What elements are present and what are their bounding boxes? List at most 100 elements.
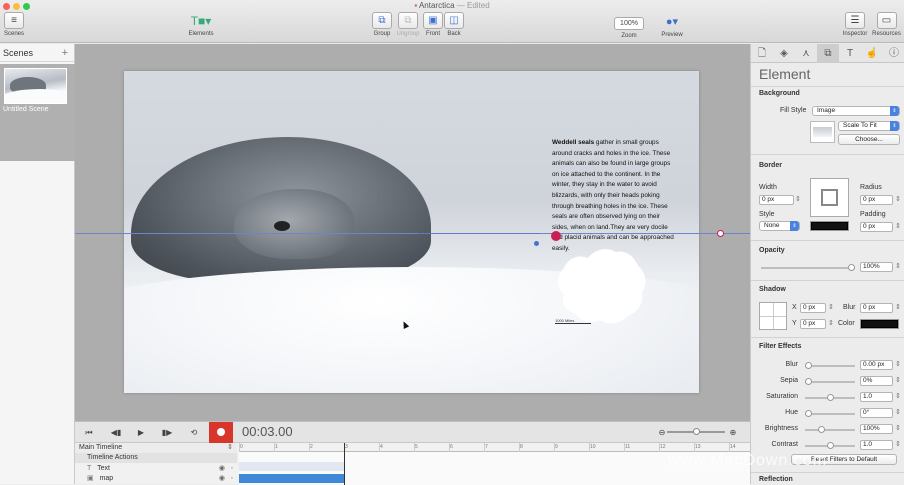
step-back-icon[interactable]: ◀▮ <box>106 425 126 440</box>
scene-item[interactable]: Untitled Scene <box>0 64 75 161</box>
ruler-tick-mark <box>729 443 730 452</box>
border-width-field[interactable]: 0 px <box>759 195 794 205</box>
fill-image-well[interactable] <box>810 121 835 143</box>
filter-value-field[interactable]: 0° <box>860 408 893 418</box>
stepper-icon[interactable]: ⇕ <box>895 360 901 368</box>
filter-value-field[interactable]: 1.0 <box>860 392 893 402</box>
stepper-icon[interactable]: ⇕ <box>895 440 901 448</box>
filter-slider[interactable] <box>805 362 855 369</box>
stage-text-element[interactable]: Weddell seals gather in small groups aro… <box>552 138 674 255</box>
shadow-angle-control[interactable] <box>759 302 787 330</box>
timeline-row-text[interactable]: T Text ◉ ▫ <box>75 464 237 474</box>
filter-value-field[interactable]: 1.0 <box>860 440 893 450</box>
filter-slider-knob[interactable] <box>805 378 812 385</box>
text-inspector-icon[interactable]: T <box>839 44 861 63</box>
filter-slider-knob[interactable] <box>817 426 825 433</box>
opacity-header: Opacity <box>759 247 785 254</box>
timeline-row-map[interactable]: ▣ map ◉ ▫ <box>75 474 237 484</box>
lock-icon[interactable]: ▫ <box>231 474 233 484</box>
radius-field[interactable]: 0 px <box>860 195 893 205</box>
stepper-icon[interactable]: ⇕ <box>895 262 901 270</box>
inspector-toolbar-button[interactable]: ☰ Inspector <box>842 12 868 37</box>
preview-button[interactable]: ●▾ Preview <box>658 13 686 38</box>
filter-slider-knob[interactable] <box>826 394 834 401</box>
stepper-icon[interactable]: ⇕ <box>828 303 834 311</box>
shadow-x-field[interactable]: 0 px <box>800 303 826 313</box>
stepper-icon[interactable]: ⇕ <box>895 408 901 416</box>
filter-slider[interactable] <box>805 442 855 449</box>
scenes-toolbar-button[interactable]: ≡ Scenes <box>3 12 25 37</box>
resources-toolbar-button[interactable]: ▭ Resources <box>871 12 902 37</box>
metrics-inspector-icon[interactable]: ⋏ <box>795 44 817 63</box>
filter-slider[interactable] <box>805 426 855 433</box>
padding-field[interactable]: 0 px <box>860 222 893 232</box>
stage-scene[interactable]: Weddell seals gather in small groups aro… <box>124 71 699 393</box>
timeline-ruler[interactable]: 0 1 2 3 4 5 6 7 8 9 10 11 12 13 14 <box>239 443 750 452</box>
layers-inspector-icon[interactable]: ◈ <box>773 44 795 63</box>
filter-slider[interactable] <box>805 410 855 417</box>
go-to-start-icon[interactable]: ⏮ <box>79 425 99 440</box>
play-icon[interactable]: ▶ <box>131 425 151 440</box>
playhead[interactable] <box>344 443 345 485</box>
shadow-blur-field[interactable]: 0 px <box>860 303 893 313</box>
ungroup-button[interactable]: ⧉ Ungroup <box>395 12 421 37</box>
zoom-control[interactable]: 100% Zoom <box>612 14 646 39</box>
zoom-select[interactable]: 100% <box>614 17 644 30</box>
timeline-selector[interactable]: Main Timeline ⇕ <box>75 443 237 453</box>
filter-value-field[interactable]: 0.00 px <box>860 360 893 370</box>
shadow-y-field[interactable]: 0 px <box>800 319 826 329</box>
filter-value-field[interactable]: 100% <box>860 424 893 434</box>
record-button[interactable] <box>209 422 233 443</box>
elements-toolbar-button[interactable]: T■▾ Elements <box>186 12 216 38</box>
border-style-select[interactable]: None ⇕ <box>759 221 800 231</box>
filter-label: Contrast <box>771 441 798 448</box>
eye-icon[interactable]: ◉ <box>219 474 225 484</box>
filter-slider[interactable] <box>805 394 855 401</box>
stepper-icon[interactable]: ⇕ <box>895 222 901 230</box>
element-inspector-icon[interactable]: ⧉ <box>817 44 839 63</box>
anchor-point[interactable] <box>551 231 561 241</box>
border-sides-control[interactable] <box>810 178 849 217</box>
identity-inspector-icon[interactable]: ⓘ <box>883 44 904 63</box>
stepper-icon[interactable]: ⇕ <box>895 376 901 384</box>
filter-slider-knob[interactable] <box>826 442 834 449</box>
back-button[interactable]: ◫ Back <box>444 12 464 37</box>
shadow-color-well[interactable] <box>860 319 899 329</box>
timeline-zoom-knob[interactable] <box>693 428 700 435</box>
actions-inspector-icon[interactable]: ☝ <box>861 44 883 63</box>
timeline-actions-row[interactable]: Timeline Actions <box>75 453 237 463</box>
add-scene-button[interactable]: + <box>62 44 68 62</box>
step-forward-icon[interactable]: ▮▶ <box>157 425 177 440</box>
border-color-well[interactable] <box>810 221 849 231</box>
group-button[interactable]: ⧉ Group <box>371 12 393 37</box>
document-inspector-icon[interactable]: 🗋 <box>751 44 773 63</box>
loop-icon[interactable]: ⟲ <box>184 425 204 440</box>
eye-icon[interactable]: ◉ <box>219 464 225 474</box>
filter-value-field[interactable]: 0% <box>860 376 893 386</box>
guide-handle[interactable] <box>717 230 724 237</box>
choose-image-button[interactable]: Choose... <box>838 134 900 145</box>
stepper-icon[interactable]: ⇕ <box>895 303 901 311</box>
front-button[interactable]: ▣ Front <box>423 12 443 37</box>
stepper-icon[interactable]: ⇕ <box>828 319 834 327</box>
scale-select[interactable]: Scale To Fit ⇕ <box>838 121 900 131</box>
filter-slider-knob[interactable] <box>805 410 812 417</box>
antarctica-map[interactable] <box>554 246 649 326</box>
lock-icon[interactable]: ▫ <box>231 464 233 474</box>
zoom-in-timeline-icon[interactable]: ⊕ <box>727 425 739 440</box>
text-track-bar[interactable] <box>239 462 345 471</box>
opacity-field[interactable]: 100% <box>860 262 893 272</box>
stepper-icon[interactable]: ⇕ <box>895 195 901 203</box>
stepper-icon[interactable]: ⇕ <box>895 424 901 432</box>
map-track-bar[interactable] <box>239 474 345 483</box>
zoom-out-timeline-icon[interactable]: ⊖ <box>657 425 667 440</box>
motion-path-end[interactable] <box>534 241 539 246</box>
filter-slider-knob[interactable] <box>805 362 812 369</box>
opacity-slider[interactable] <box>761 264 855 271</box>
stepper-icon[interactable]: ⇕ <box>795 195 801 203</box>
filter-slider[interactable] <box>805 378 855 385</box>
fill-style-select[interactable]: Image ⇕ <box>812 106 900 116</box>
timeline-zoom-slider[interactable] <box>667 428 725 435</box>
stepper-icon[interactable]: ⇕ <box>895 392 901 400</box>
opacity-knob[interactable] <box>848 264 855 271</box>
